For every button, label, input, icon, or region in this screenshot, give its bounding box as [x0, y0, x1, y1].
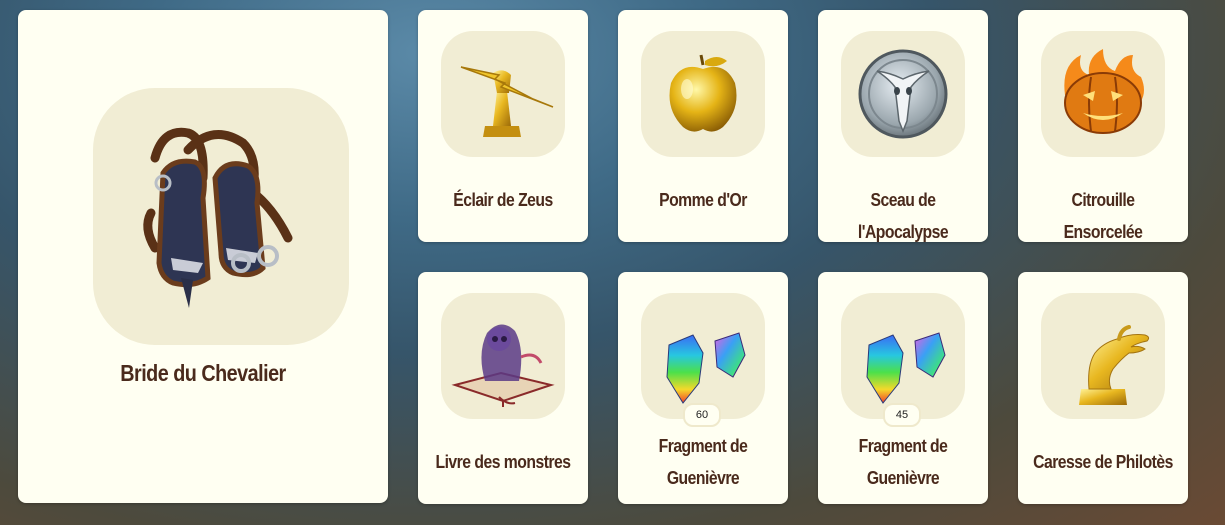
item-count-badge: 45 — [883, 403, 921, 427]
item-name: Pomme d'Or — [659, 189, 747, 210]
bridle-icon — [143, 127, 293, 308]
item-name: Livre des monstres — [435, 451, 571, 472]
item-name: Bride du Chevalier — [120, 360, 286, 386]
item-card-pomme-d-or[interactable]: Pomme d'Or — [618, 10, 788, 242]
item-card-citrouille-ensorcelee[interactable]: Citrouille Ensorcelée — [1018, 10, 1188, 242]
lightning-trophy-icon — [460, 66, 554, 137]
skull-seal-icon — [858, 49, 948, 139]
item-name-line1: Fragment de — [658, 435, 748, 456]
item-card-sceau-de-l-apocalypse[interactable]: Sceau de l'Apocalypse — [818, 10, 988, 242]
item-name: Sceau de l'Apocalypse — [857, 189, 949, 242]
crystal-fragment-icon — [666, 332, 746, 404]
item-name: Éclair de Zeus — [453, 189, 553, 210]
flaming-pumpkin-icon — [1064, 49, 1144, 134]
crystal-fragment-icon — [866, 332, 946, 404]
item-name-line1: Fragment de — [858, 435, 948, 456]
item-card-fragment-de-guenievre-60[interactable]: 60 Fragment de Guenièvre — [618, 272, 788, 504]
item-name-line2: Guenièvre — [866, 467, 940, 488]
monster-book-icon — [451, 324, 555, 407]
item-name: Fragment de Guenièvre — [631, 430, 776, 494]
item-card-caresse-de-philotes[interactable]: Caresse de Philotès — [1018, 272, 1188, 504]
item-card-bride-du-chevalier[interactable]: Bride du Chevalier — [18, 10, 388, 503]
item-card-fragment-de-guenievre-45[interactable]: 45 Fragment de Guenièvre — [818, 272, 988, 504]
golden-hand-icon — [1079, 325, 1150, 405]
item-count-badge: 60 — [683, 403, 721, 427]
item-card-livre-des-monstres[interactable]: Livre des monstres — [418, 272, 588, 504]
golden-apple-icon — [669, 54, 737, 132]
item-name: Caresse de Philotès — [1033, 451, 1173, 472]
item-card-eclair-de-zeus[interactable]: Éclair de Zeus — [418, 10, 588, 242]
item-name: Fragment de Guenièvre — [831, 430, 976, 494]
item-name: Citrouille Ensorcelée — [1063, 189, 1143, 242]
item-name-line2: Guenièvre — [666, 467, 740, 488]
